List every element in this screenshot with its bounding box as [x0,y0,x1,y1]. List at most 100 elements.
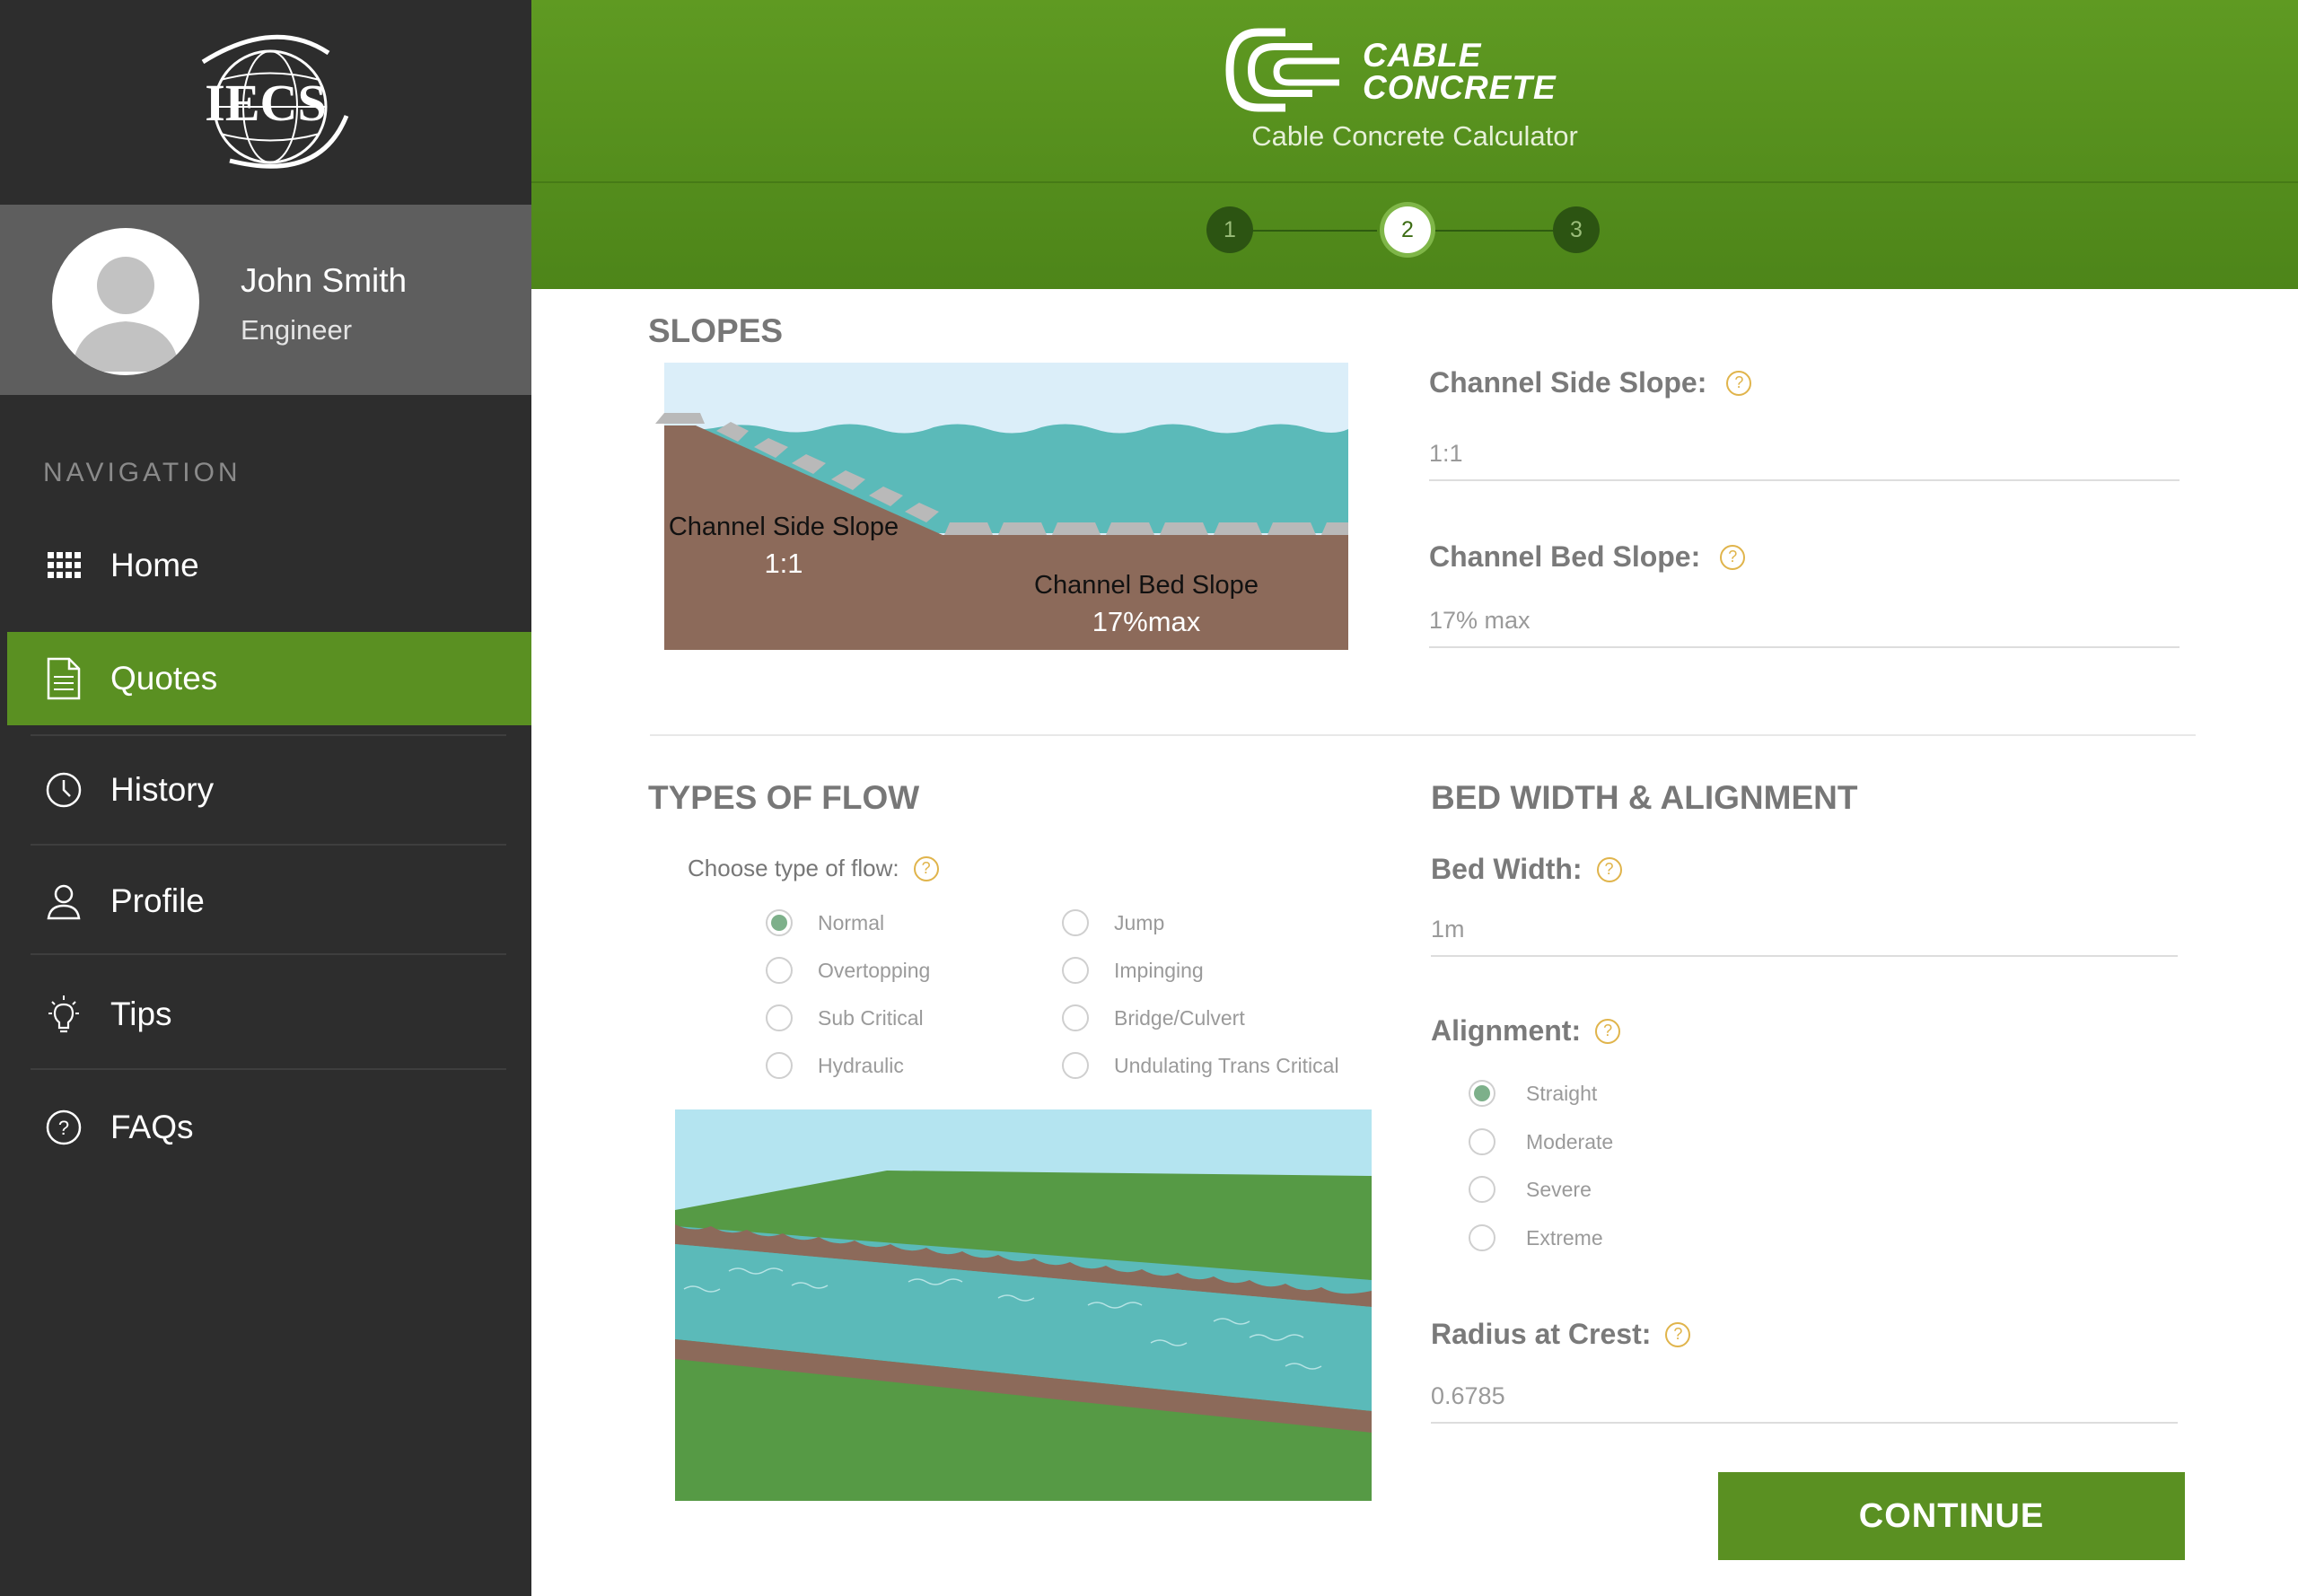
cable-concrete-logo[interactable]: CABLE CONCRETE [1223,25,1557,118]
side-slope-label-text: Channel Side Slope: [1429,366,1707,399]
flow-option-impinging[interactable]: Impinging [1062,957,1204,984]
continue-button[interactable]: CONTINUE [1718,1472,2185,1560]
radio-button[interactable] [766,1052,793,1079]
side-slope-label: Channel Side Slope: ? [1429,366,1752,399]
radio-button[interactable] [1062,1052,1089,1079]
radio-button[interactable] [1469,1224,1495,1251]
flow-option-bridge-culvert[interactable]: Bridge/Culvert [1062,1004,1245,1031]
radio-button[interactable] [1469,1080,1495,1107]
nav-heading: NAVIGATION [43,458,241,487]
help-icon[interactable]: ? [1665,1321,1691,1347]
brand-wordmark: CABLE CONCRETE [1363,39,1557,104]
step-3[interactable]: 3 [1553,206,1600,253]
step-1[interactable]: 1 [1206,206,1253,253]
help-icon[interactable]: ? [1720,544,1746,570]
nav-separator [31,1068,506,1070]
flow-option-sub-critical[interactable]: Sub Critical [766,1004,924,1031]
step-2-current[interactable]: 2 [1384,206,1431,253]
flow-option-normal[interactable]: Normal [766,909,884,936]
bed-section-title: BED WIDTH & ALIGNMENT [1431,779,1858,816]
user-profile-card[interactable]: John Smith Engineer [0,205,531,395]
radio-button[interactable] [1062,1004,1089,1031]
radio-label: Bridge/Culvert [1114,1005,1245,1030]
radio-selected-dot [771,915,787,931]
radio-button[interactable] [1062,957,1089,984]
header-subtitle: Cable Concrete Calculator [1251,120,1578,152]
radio-button[interactable] [1469,1128,1495,1155]
nav-separator [31,953,506,955]
alignment-option-moderate[interactable]: Moderate [1469,1128,1613,1155]
radio-label: Straight [1526,1081,1598,1105]
nav-item-tips[interactable]: Tips [7,968,531,1061]
nav-label-home: Home [110,547,199,583]
flow-option-jump[interactable]: Jump [1062,909,1164,936]
nav-item-faqs[interactable]: ? FAQs [7,1081,531,1174]
brand-line-concrete: CONCRETE [1363,69,1557,106]
nav-item-profile[interactable]: Profile [7,855,531,948]
flow-option-undulating-trans-critical[interactable]: Undulating Trans Critical [1062,1052,1339,1079]
help-icon[interactable]: ? [913,855,939,881]
question-icon: ? [41,1105,86,1150]
flow-choose-label-text: Choose type of flow: [688,855,899,881]
user-role: Engineer [241,314,353,346]
radius-label-text: Radius at Crest: [1431,1318,1652,1350]
iecs-logo[interactable]: IECS [0,0,531,205]
user-silhouette-icon [72,257,180,372]
alignment-label: Alignment: ? [1431,1014,1621,1048]
bed-slope-input[interactable] [1429,603,2180,648]
help-icon[interactable]: ? [1596,856,1622,882]
radio-button[interactable] [766,957,793,984]
radius-label: Radius at Crest: ? [1431,1318,1691,1351]
lightbulb-icon [41,992,86,1037]
help-icon[interactable]: ? [1595,1018,1621,1044]
radio-label: Extreme [1526,1225,1603,1250]
side-slope-input[interactable] [1429,436,2180,481]
radius-input[interactable] [1431,1379,2178,1424]
alignment-option-extreme[interactable]: Extreme [1469,1224,1603,1251]
nav-label-profile: Profile [110,882,205,919]
bed-width-label-text: Bed Width: [1431,853,1583,885]
radio-button[interactable] [1469,1176,1495,1203]
nav-separator [31,844,506,846]
clock-icon [41,767,86,812]
document-icon [41,656,86,701]
step-connector [1251,230,1377,232]
alignment-option-severe[interactable]: Severe [1469,1176,1592,1203]
svg-text:?: ? [58,1117,69,1139]
radio-selected-dot [1474,1085,1490,1101]
flow-diagram [675,1109,1372,1501]
alignment-option-straight[interactable]: Straight [1469,1080,1597,1107]
flow-choose-label: Choose type of flow: ? [688,855,939,882]
nav-label-quotes: Quotes [110,660,218,697]
nav-item-quotes[interactable]: Quotes [7,632,531,725]
diagram-bed-label: Channel Bed Slope [1034,571,1259,600]
flow-option-overtopping[interactable]: Overtopping [766,957,930,984]
help-icon[interactable]: ? [1726,370,1752,396]
alignment-label-text: Alignment: [1431,1014,1582,1047]
bed-slope-label-text: Channel Bed Slope: [1429,540,1701,573]
nav-item-history[interactable]: History [7,743,531,837]
slopes-title: SLOPES [648,312,784,349]
user-name: John Smith [241,262,408,299]
logo-text: IECS [205,74,326,132]
radio-button[interactable] [766,909,793,936]
slope-diagram: Channel Side Slope 1:1 Channel Bed Slope… [655,363,1348,650]
bed-width-input[interactable] [1431,912,2178,957]
bed-width-label: Bed Width: ? [1431,853,1622,886]
user-icon [41,879,86,924]
nav-separator [31,734,506,736]
step-connector [1429,230,1555,232]
radio-label: Moderate [1526,1129,1614,1153]
brand-line-cable: CABLE [1363,37,1482,74]
radio-button[interactable] [766,1004,793,1031]
radio-button[interactable] [1062,909,1089,936]
radio-label: Undulating Trans Critical [1114,1053,1339,1077]
avatar[interactable] [52,228,199,375]
flow-option-hydraulic[interactable]: Hydraulic [766,1052,904,1079]
sidebar: IECS John Smith Engineer NAVIGATION Home… [0,0,531,1596]
nav-item-home[interactable]: Home [7,519,531,612]
radio-label: Normal [818,910,885,934]
radio-label: Impinging [1114,958,1204,982]
bed-slope-label: Channel Bed Slope: ? [1429,540,1746,574]
radio-label: Hydraulic [818,1053,904,1077]
